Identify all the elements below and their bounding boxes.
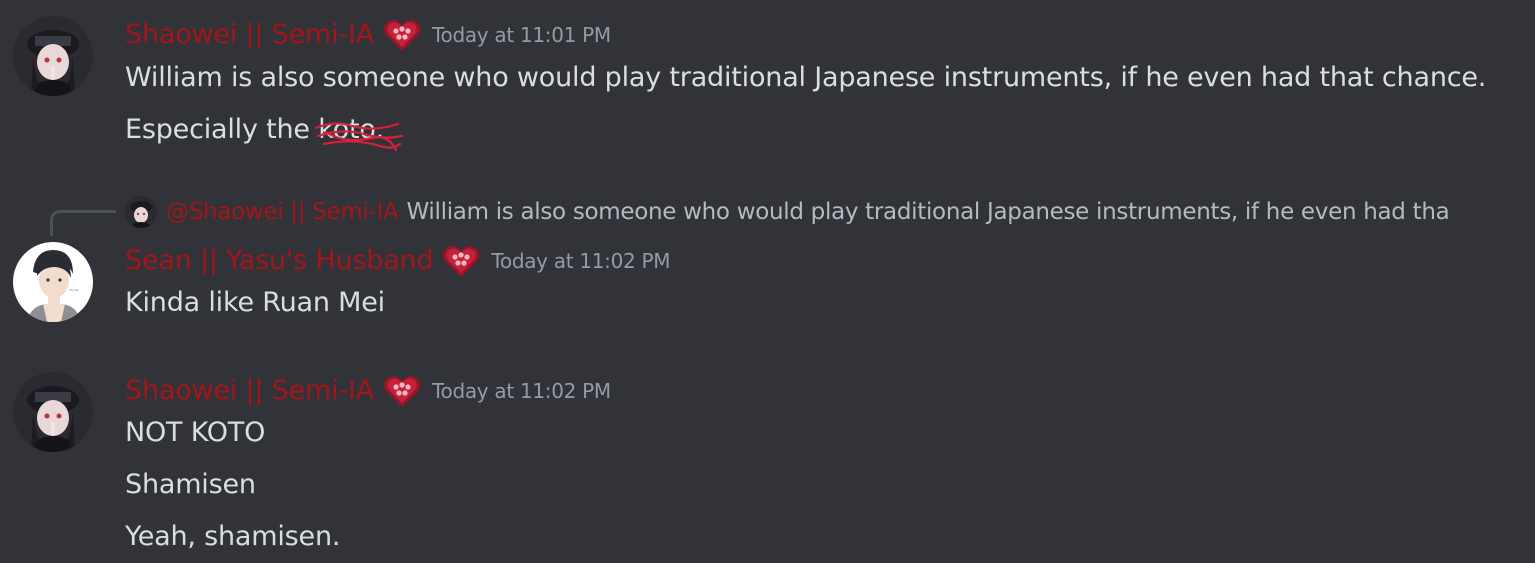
avatar-shaowei-icon (13, 372, 93, 452)
message-line: William is also someone who would play t… (125, 62, 1487, 93)
reply-text: William is also someone who would play t… (406, 199, 1450, 225)
message-text: . (375, 114, 385, 145)
timestamp: Today at 11:02 PM (491, 249, 671, 273)
svg-text:~~: ~~ (69, 287, 79, 294)
message-line: Especially the koto . (125, 112, 404, 152)
message-header: Shaowei || Semi-IA Today at 11:01 PM (125, 17, 611, 53)
message-line: Shamisen (125, 469, 256, 500)
timestamp: Today at 11:02 PM (432, 379, 611, 403)
message-line: Yeah, shamisen. (125, 521, 341, 552)
timestamp: Today at 11:01 PM (432, 23, 611, 47)
scribbled-text: koto (318, 114, 376, 145)
message-header: Shaowei || Semi-IA Today at 11:02 PM (125, 373, 611, 409)
username[interactable]: Shaowei || Semi-IA (125, 18, 374, 52)
chat-area: Shaowei || Semi-IA Today at 11:01 PM Wil… (0, 0, 1535, 563)
username[interactable]: Shaowei || Semi-IA (125, 374, 374, 408)
avatar-shaowei[interactable] (13, 372, 93, 452)
role-icon[interactable] (441, 243, 481, 279)
avatar-sean[interactable]: ~~ (13, 242, 93, 322)
message-line: Kinda like Ruan Mei (125, 287, 385, 318)
reply-preview[interactable]: @Shaowei || Semi-IA William is also some… (125, 196, 1520, 228)
reply-avatar (125, 196, 157, 228)
message-header: Sean || Yasu's Husband Today at 11:02 PM (125, 243, 671, 279)
scribbled-word: koto (315, 112, 404, 152)
role-icon[interactable] (382, 373, 422, 409)
avatar-shaowei[interactable] (13, 16, 93, 96)
avatar-shaowei-icon (13, 16, 93, 96)
reply-mention[interactable]: @Shaowei || Semi-IA (166, 199, 399, 225)
reply-spine (50, 210, 116, 236)
username[interactable]: Sean || Yasu's Husband (125, 244, 434, 278)
message-line: NOT KOTO (125, 417, 266, 448)
role-icon[interactable] (382, 17, 422, 53)
reply-avatar-icon (125, 196, 157, 228)
message-text: Especially the (125, 114, 319, 145)
avatar-sean-icon: ~~ (13, 242, 93, 322)
